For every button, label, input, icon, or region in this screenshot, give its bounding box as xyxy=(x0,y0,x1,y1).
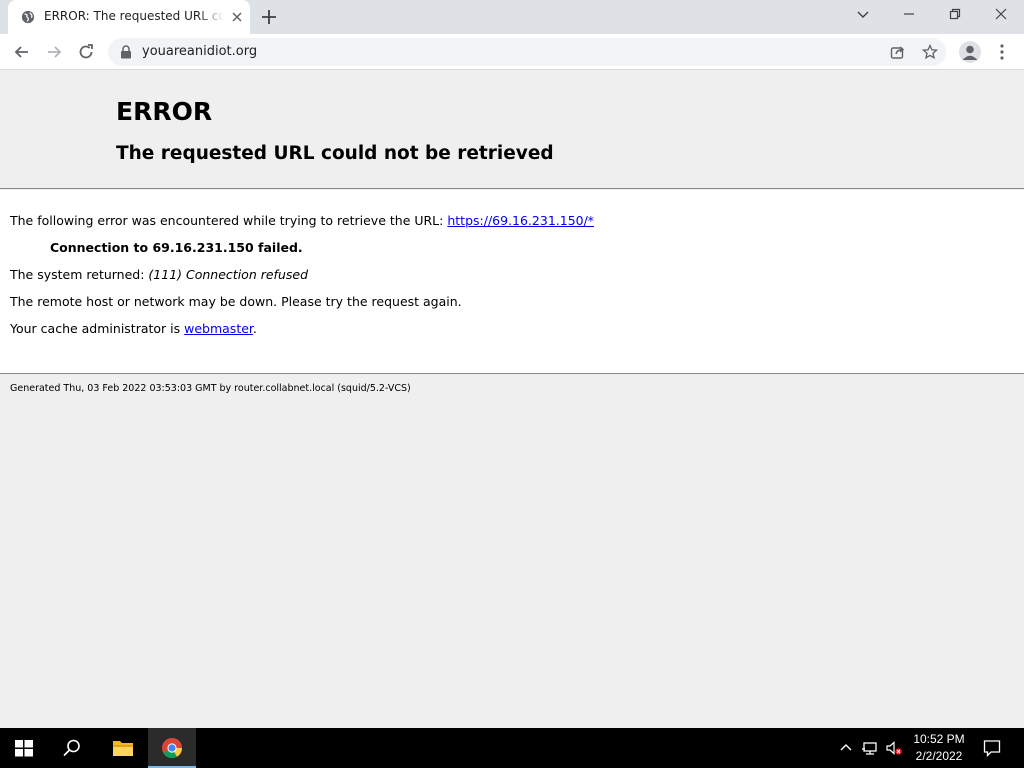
close-tab-icon[interactable] xyxy=(230,10,244,24)
minimize-icon xyxy=(904,13,914,15)
start-button[interactable] xyxy=(0,728,48,768)
chrome-taskbar-button[interactable] xyxy=(148,728,196,768)
restore-button[interactable] xyxy=(932,0,978,30)
error-description: The following error was encountered whil… xyxy=(10,213,594,228)
chevron-down-icon xyxy=(857,11,869,18)
system-returned: The system returned: (111) Connection re… xyxy=(10,267,308,282)
close-window-button[interactable] xyxy=(978,0,1024,30)
profile-icon xyxy=(962,45,978,60)
requested-url-link[interactable]: https://69.16.231.150/* xyxy=(447,213,594,228)
page-title: ERROR xyxy=(116,97,213,126)
globe-icon xyxy=(21,10,35,24)
new-tab-icon[interactable] xyxy=(261,9,277,25)
lock-icon[interactable] xyxy=(120,45,132,59)
cache-admin-label: Your cache administrator is xyxy=(10,321,185,336)
error-description-text: The following error was encountered whil… xyxy=(10,213,448,228)
generated-footer: Generated Thu, 03 Feb 2022 03:53:03 GMT … xyxy=(10,383,411,394)
error-body: The following error was encountered whil… xyxy=(0,190,1024,374)
search-icon xyxy=(63,739,80,757)
reload-icon[interactable] xyxy=(76,42,96,62)
chrome-icon xyxy=(162,738,183,759)
error-header: ERROR The requested URL could not be ret… xyxy=(0,71,1024,189)
search-button[interactable] xyxy=(48,728,96,768)
url-text[interactable]: youareanidiot.org xyxy=(142,44,257,59)
close-icon xyxy=(995,8,1007,20)
system-clock[interactable]: 10:52 PM 2/2/2022 xyxy=(906,731,972,765)
chevron-up-icon[interactable] xyxy=(838,740,854,756)
more-menu-icon[interactable] xyxy=(994,42,1010,62)
system-returned-label: The system returned: xyxy=(10,267,149,282)
profile-avatar[interactable] xyxy=(959,41,981,63)
bookmark-star-icon[interactable] xyxy=(922,44,938,60)
connection-failed-message: Connection to 69.16.231.150 failed. xyxy=(50,240,303,255)
tab-search-button[interactable] xyxy=(840,0,886,30)
windows-logo-icon xyxy=(15,740,33,757)
share-icon[interactable] xyxy=(890,44,906,60)
notifications-icon[interactable] xyxy=(983,739,1001,757)
address-bar[interactable]: youareanidiot.org xyxy=(108,38,946,66)
retry-hint: The remote host or network may be down. … xyxy=(10,294,462,309)
clock-time: 10:52 PM xyxy=(913,732,965,746)
tab-title: ERROR: The requested URL could not be re… xyxy=(44,9,224,23)
restore-icon xyxy=(949,8,961,20)
webmaster-link[interactable]: webmaster xyxy=(184,321,253,336)
cache-admin-period: . xyxy=(252,321,257,336)
browser-toolbar: youareanidiot.org xyxy=(0,34,1024,70)
clock-date: 2/2/2022 xyxy=(915,749,963,763)
file-explorer-button[interactable] xyxy=(98,728,146,768)
cache-admin-line: Your cache administrator is webmaster. xyxy=(10,321,257,336)
tab-strip: ERROR: The requested URL could not be re… xyxy=(0,0,1024,34)
page-subtitle: The requested URL could not be retrieved xyxy=(116,143,554,164)
back-arrow-icon[interactable] xyxy=(12,42,32,62)
minimize-button[interactable] xyxy=(886,0,932,30)
forward-arrow-icon[interactable] xyxy=(44,42,64,62)
folder-icon xyxy=(113,741,133,756)
taskbar: 10:52 PM 2/2/2022 xyxy=(0,728,1024,768)
network-icon[interactable] xyxy=(862,740,878,756)
system-error-code: (111) Connection refused xyxy=(148,267,308,282)
browser-tab[interactable]: ERROR: The requested URL could not be re… xyxy=(8,0,250,34)
error-page: ERROR The requested URL could not be ret… xyxy=(0,71,1024,728)
volume-muted-icon[interactable] xyxy=(886,740,902,756)
